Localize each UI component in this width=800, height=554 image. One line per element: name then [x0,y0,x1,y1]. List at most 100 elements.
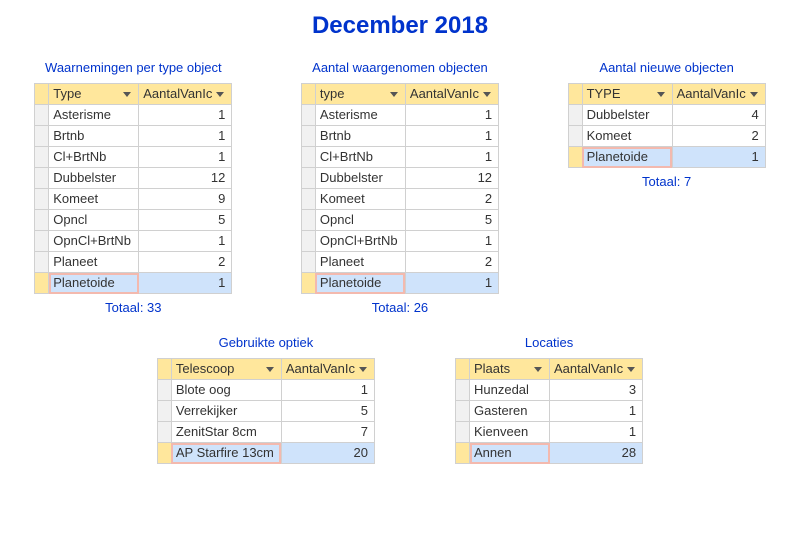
row-selector[interactable] [568,105,582,126]
cell[interactable]: 20 [281,443,374,464]
row-selector[interactable] [35,147,49,168]
chevron-down-icon[interactable] [627,367,635,372]
row-selector[interactable] [35,105,49,126]
cell-selected[interactable]: Planetoide [582,147,672,168]
col-type[interactable]: type [315,84,405,105]
chevron-down-icon[interactable] [750,92,758,97]
cell[interactable]: 7 [281,422,374,443]
row-selector[interactable] [301,231,315,252]
chevron-down-icon[interactable] [123,92,131,97]
row-selector[interactable] [35,273,49,294]
chevron-down-icon[interactable] [483,92,491,97]
row-selector[interactable] [157,443,171,464]
row-selector[interactable] [35,231,49,252]
cell[interactable]: Cl+BrtNb [49,147,139,168]
row-selector[interactable] [456,380,470,401]
cell[interactable]: 1 [405,147,498,168]
col-count[interactable]: AantalVanIc [550,359,643,380]
cell[interactable]: Planeet [49,252,139,273]
cell[interactable]: 1 [405,273,498,294]
row-selector[interactable] [456,443,470,464]
cell[interactable]: 1 [281,380,374,401]
cell-selected[interactable]: Planetoide [315,273,405,294]
row-selector[interactable] [301,252,315,273]
col-count[interactable]: AantalVanIc [672,84,765,105]
chevron-down-icon[interactable] [216,92,224,97]
cell[interactable]: Komeet [315,189,405,210]
grid-new-objects[interactable]: TYPE AantalVanIc Dubbelster4 Komeet2 Pla… [568,83,766,168]
grid-per-type[interactable]: Type AantalVanIc Asterisme1 Brtnb1 Cl+Br… [34,83,232,294]
cell[interactable]: 5 [405,210,498,231]
cell[interactable]: OpnCl+BrtNb [49,231,139,252]
col-count[interactable]: AantalVanIc [139,84,232,105]
col-type[interactable]: Type [49,84,139,105]
cell[interactable]: 2 [405,252,498,273]
cell[interactable]: 1 [139,147,232,168]
row-selector[interactable] [301,105,315,126]
chevron-down-icon[interactable] [359,367,367,372]
cell[interactable]: Brtnb [315,126,405,147]
cell[interactable]: 5 [281,401,374,422]
cell[interactable]: 1 [672,147,765,168]
row-selector[interactable] [35,189,49,210]
row-selector[interactable] [568,147,582,168]
cell-selected[interactable]: Annen [470,443,550,464]
row-selector[interactable] [301,189,315,210]
grid-locations[interactable]: Plaats AantalVanIc Hunzedal3 Gasteren1 K… [455,358,643,464]
row-selector[interactable] [35,126,49,147]
col-count[interactable]: AantalVanIc [405,84,498,105]
cell[interactable]: 3 [550,380,643,401]
row-selector[interactable] [301,210,315,231]
cell[interactable]: 1 [405,126,498,147]
cell[interactable]: 12 [139,168,232,189]
row-selector[interactable] [301,273,315,294]
chevron-down-icon[interactable] [657,92,665,97]
row-selector[interactable] [35,210,49,231]
row-selector[interactable] [301,126,315,147]
col-count[interactable]: AantalVanIc [281,359,374,380]
select-all-cell[interactable] [35,84,49,105]
cell[interactable]: Verrekijker [171,401,281,422]
cell[interactable]: Opncl [49,210,139,231]
cell[interactable]: 1 [139,231,232,252]
cell[interactable]: Dubbelster [49,168,139,189]
cell-selected[interactable]: Planetoide [49,273,139,294]
cell[interactable]: 2 [672,126,765,147]
cell[interactable]: 1 [550,422,643,443]
cell[interactable]: Kienveen [470,422,550,443]
cell[interactable]: Dubbelster [582,105,672,126]
cell[interactable]: 2 [405,189,498,210]
cell[interactable]: 5 [139,210,232,231]
row-selector[interactable] [568,126,582,147]
cell[interactable]: 1 [139,126,232,147]
grid-objects[interactable]: type AantalVanIc Asterisme1 Brtnb1 Cl+Br… [301,83,499,294]
row-selector[interactable] [456,401,470,422]
cell[interactable]: 9 [139,189,232,210]
cell[interactable]: 2 [139,252,232,273]
grid-optics[interactable]: Telescoop AantalVanIc Blote oog1 Verreki… [157,358,375,464]
chevron-down-icon[interactable] [266,367,274,372]
chevron-down-icon[interactable] [390,92,398,97]
row-selector[interactable] [157,422,171,443]
cell[interactable]: 4 [672,105,765,126]
row-selector[interactable] [35,252,49,273]
cell[interactable]: 1 [139,273,232,294]
row-selector[interactable] [35,168,49,189]
cell[interactable]: OpnCl+BrtNb [315,231,405,252]
select-all-cell[interactable] [157,359,171,380]
cell[interactable]: 12 [405,168,498,189]
cell[interactable]: Cl+BrtNb [315,147,405,168]
cell[interactable]: Asterisme [49,105,139,126]
col-place[interactable]: Plaats [470,359,550,380]
cell[interactable]: Komeet [582,126,672,147]
chevron-down-icon[interactable] [534,367,542,372]
cell[interactable]: Komeet [49,189,139,210]
cell[interactable]: ZenitStar 8cm [171,422,281,443]
col-type[interactable]: TYPE [582,84,672,105]
cell[interactable]: Gasteren [470,401,550,422]
cell[interactable]: Hunzedal [470,380,550,401]
row-selector[interactable] [456,422,470,443]
select-all-cell[interactable] [456,359,470,380]
cell-selected[interactable]: AP Starfire 13cm [171,443,281,464]
cell[interactable]: 1 [405,231,498,252]
